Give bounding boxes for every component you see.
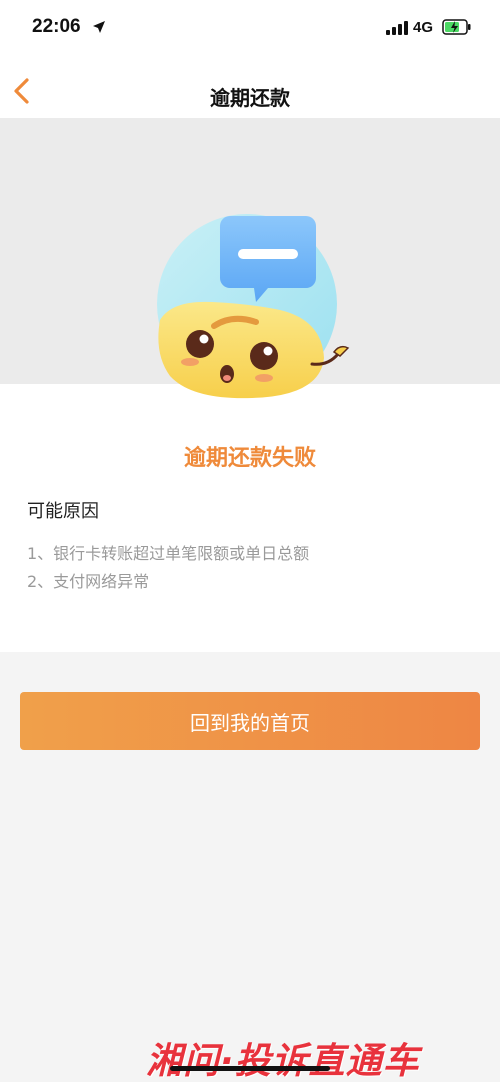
page-title: 逾期还款: [210, 86, 290, 110]
battery-charging-icon: [442, 19, 471, 35]
status-bar: 22:06 4G: [0, 0, 500, 58]
reason-list: 1、银行卡转账超过单笔限额或单日总额 2、支付网络异常: [27, 540, 309, 596]
home-indicator: [170, 1066, 330, 1071]
network-label: 4G: [413, 19, 434, 36]
signal-icon: [386, 21, 408, 35]
reason-item-1: 1、银行卡转账超过单笔限额或单日总额: [27, 544, 310, 563]
reason-heading: 可能原因: [27, 501, 99, 522]
back-to-home-button[interactable]: 回到我的首页: [20, 692, 480, 750]
location-arrow-icon: [93, 21, 105, 33]
reason-item-2: 2、支付网络异常: [27, 572, 150, 591]
nav-bar: 逾期还款: [0, 58, 500, 118]
mascot-illustration: [157, 214, 350, 399]
status-time: 22:06: [32, 16, 81, 37]
result-title: 逾期还款失败: [183, 446, 316, 471]
